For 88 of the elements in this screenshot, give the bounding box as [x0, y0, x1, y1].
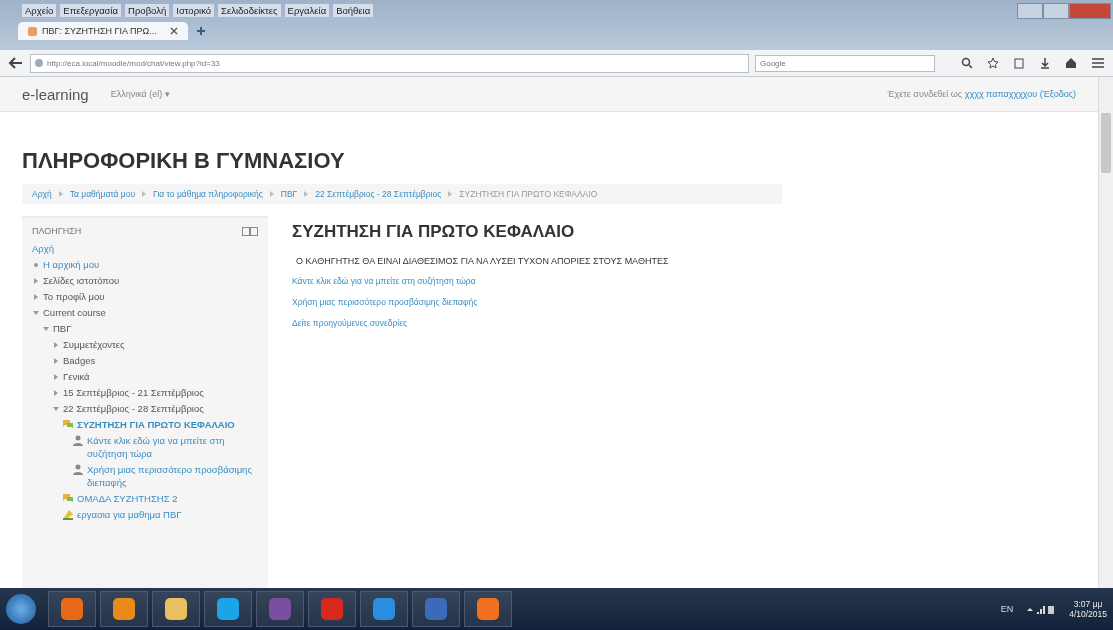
course-title: ΠΛΗΡΟΦΟΡΙΚΗ Β ΓΥΜΝΑΣΙΟΥ	[22, 148, 346, 174]
breadcrumb-link[interactable]: Αρχή	[32, 189, 52, 199]
navigation-item[interactable]: ΠΒΓ	[53, 322, 72, 335]
collapsed-arrow-icon[interactable]	[52, 357, 60, 365]
breadcrumb-link[interactable]: ΠΒΓ	[280, 189, 298, 199]
navigation-item[interactable]: Η αρχική μου	[43, 258, 100, 271]
breadcrumb-link[interactable]: Για το μάθημα πληροφορικής	[153, 189, 263, 199]
favicon-icon	[28, 26, 37, 36]
home-icon[interactable]	[1065, 57, 1077, 69]
collapsed-arrow-icon[interactable]	[52, 341, 60, 349]
language-indicator[interactable]: EN	[1000, 604, 1014, 614]
navigation-item[interactable]: Current course	[43, 306, 106, 319]
back-arrow-icon[interactable]	[8, 56, 24, 70]
taskbar-button[interactable]	[152, 591, 200, 627]
block-title: ΠΛΟΗΓΗΣΗ	[32, 226, 82, 236]
intro-text: Ο ΚΑΘΗΓΗΤΗΣ ΘΑ ΕΙΝΑΙ ΔΙΑΘΕΣΙΜΟΣ ΓΙΑ ΝΑ ΛΥΣΕΙ ΤΥΧΟΝ ΑΠΟΡΙΕΣ ΣΤΟΥΣ ΜΑΘΗΤΕΣ	[296, 256, 670, 266]
navigation-item[interactable]: 22 Σεπτέμβριος - 28 Σεπτέμβριος	[63, 402, 204, 415]
navigation-item[interactable]: Κάντε κλικ εδώ για να μπείτε στη συζήτηση τώρα	[87, 434, 258, 460]
navigation-item[interactable]: ΟΜΑΔΑ ΣΥΖΗΤΗΣΗΣ 2	[77, 492, 178, 505]
menu-item[interactable]: Ιστορικό	[173, 4, 215, 17]
dock-icon[interactable]	[242, 226, 258, 236]
navigation-item[interactable]: Το προφίλ μου	[43, 290, 105, 303]
globe-icon	[35, 59, 43, 67]
browser-tab[interactable]: ΠΒΓ: ΣΥΖΗΤΗΣΗ ΓΙΑ ΠΡΩ...	[18, 22, 188, 40]
bullet-icon	[32, 261, 40, 269]
chat-icon	[62, 493, 74, 504]
navigation-item[interactable]: 15 Σεπτέμβριος - 21 Σεπτέμβριος	[63, 386, 204, 399]
page-heading: ΣΥΖΗΤΗΣΗ ΓΙΑ ΠΡΩΤΟ ΚΕΦΑΛΑΙΟ	[292, 222, 576, 242]
document-icon	[62, 509, 74, 520]
url-field[interactable]: http://eca.local/moodle/mod/chat/view.php?id=33	[30, 53, 749, 73]
login-info: Έχετε συνδεθεί ως χχχχ παπαχχχχου (Έξοδος)	[887, 89, 1076, 99]
breadcrumb-link[interactable]: Τα μαθήματά μου	[69, 189, 136, 199]
breadcrumb-link[interactable]: 22 Σεπτέμβριος - 28 Σεπτέμβριος	[315, 189, 442, 199]
navigation-item[interactable]: Badges	[63, 354, 96, 367]
navigation-item[interactable]: Χρήση μιας περισσότερο προσβάσιμης διεπαφής	[87, 463, 258, 489]
collapsed-arrow-icon[interactable]	[32, 293, 40, 301]
site-name[interactable]: e-learning	[22, 85, 89, 103]
chat-link[interactable]: Δείτε προηγούμενες συνεδρίες	[292, 318, 1076, 328]
taskbar-button[interactable]	[360, 591, 408, 627]
expanded-arrow-icon[interactable]	[32, 309, 40, 317]
navigation-item[interactable]: Αρχή	[32, 242, 54, 255]
menu-item[interactable]: Εργαλεία	[284, 4, 330, 17]
taskbar-button[interactable]	[464, 591, 512, 627]
search-field[interactable]: Google	[755, 54, 935, 72]
maximize-icon[interactable]	[1043, 3, 1069, 19]
close-icon[interactable]	[170, 27, 178, 35]
menu-item[interactable]: Προβολή	[125, 4, 170, 17]
navigation-item[interactable]: εργασια για μαθημα ΠΒΓ	[77, 508, 182, 521]
minimize-icon[interactable]	[1017, 3, 1043, 19]
menu-item[interactable]: Επεξεργασία	[60, 4, 122, 17]
taskbar-button[interactable]	[100, 591, 148, 627]
chat-link[interactable]: Χρήση μιας περισσότερο προσβάσιμης διεπαφής	[292, 297, 1076, 307]
user-link[interactable]: χχχχ παπαχχχχου	[964, 89, 1038, 99]
separator-icon	[58, 191, 63, 197]
navigation-item[interactable]: Σελίδες ιστοτόπου	[43, 274, 120, 287]
navigation-item[interactable]: Συμμετέχοντες	[63, 338, 125, 351]
search-icon[interactable]	[961, 57, 973, 69]
separator-icon	[142, 191, 147, 197]
person-icon	[72, 464, 84, 475]
menu-item[interactable]: Σελιδοδείκτες	[218, 4, 281, 17]
menu-icon[interactable]	[1091, 57, 1105, 69]
separator-icon	[269, 191, 274, 197]
collapsed-arrow-icon[interactable]	[52, 389, 60, 397]
separator-icon	[448, 191, 453, 197]
start-button[interactable]	[6, 594, 36, 624]
tray-icons-drawing[interactable]	[1025, 603, 1056, 615]
scrollbar[interactable]	[1098, 77, 1113, 588]
expanded-arrow-icon[interactable]	[52, 405, 60, 413]
logout-link[interactable]: (Έξοδος)	[1039, 89, 1076, 99]
plus-icon[interactable]	[196, 26, 206, 36]
menu-item[interactable]: Βοήθεια	[333, 4, 374, 17]
tab-title: ΠΒΓ: ΣΥΖΗΤΗΣΗ ΓΙΑ ΠΡΩ...	[42, 26, 157, 36]
star-icon[interactable]	[987, 57, 999, 69]
navigation-item[interactable]: Γενικά	[63, 370, 90, 383]
chat-icon	[62, 419, 74, 430]
clock-date[interactable]: 4/10/2015	[1069, 609, 1107, 619]
menu-item[interactable]: Αρχείο	[22, 4, 57, 17]
expanded-arrow-icon[interactable]	[42, 325, 50, 333]
taskbar-button[interactable]	[204, 591, 252, 627]
collapsed-arrow-icon[interactable]	[32, 277, 40, 285]
person-icon	[72, 435, 84, 446]
download-icon[interactable]	[1039, 57, 1051, 69]
collapsed-arrow-icon[interactable]	[52, 373, 60, 381]
clock-time[interactable]: 3:07 μμ	[1073, 599, 1103, 609]
taskbar-button[interactable]	[48, 591, 96, 627]
language-menu[interactable]: Ελληνικά (el) ▾	[110, 89, 170, 99]
separator-icon	[304, 191, 309, 197]
chat-link[interactable]: Κάντε κλικ εδώ για να μπείτε στη συζήτηση τώρα	[292, 276, 1076, 286]
